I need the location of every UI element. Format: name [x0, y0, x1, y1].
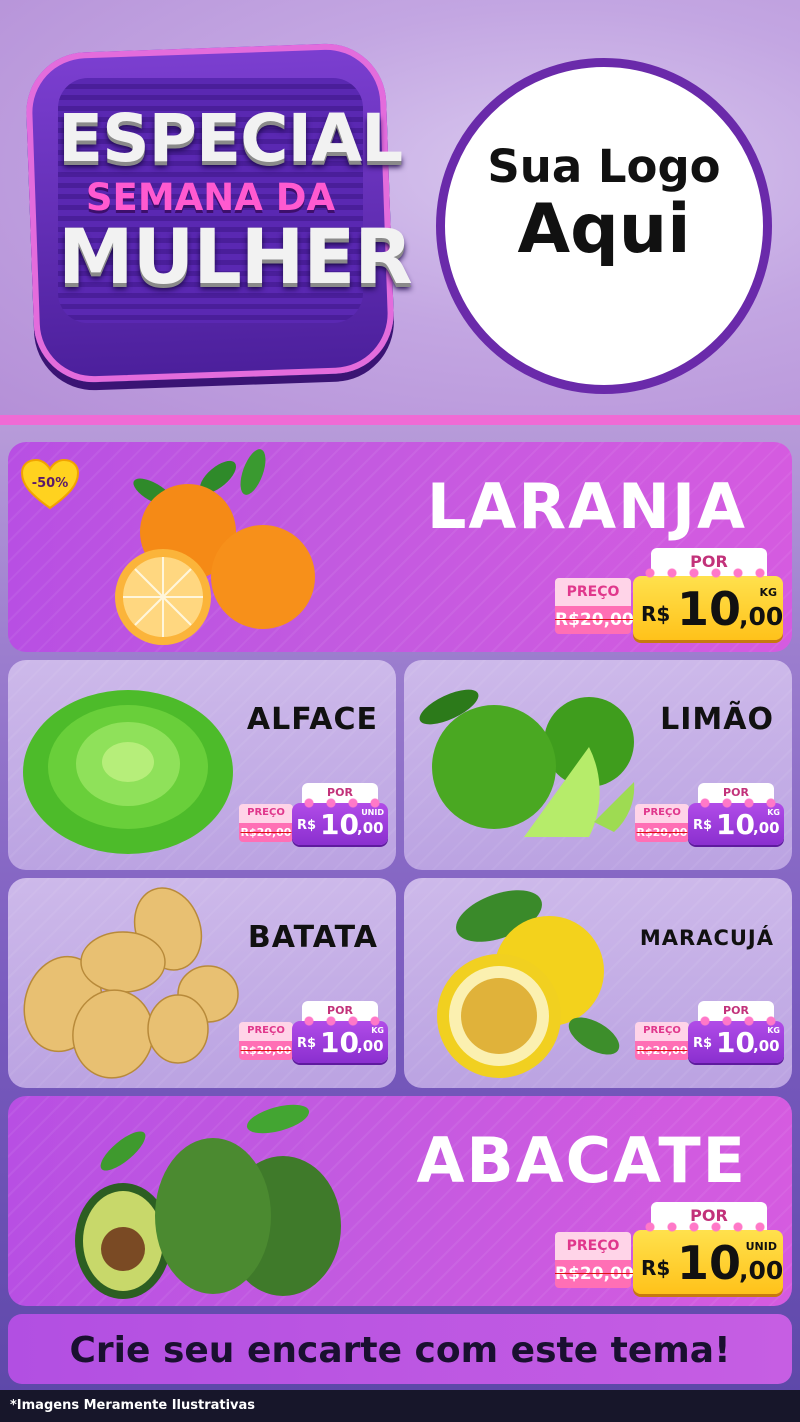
- product-card-abacate: ABACATE PREÇO R$20,00 POR R$ 10 ,00 UNID: [8, 1096, 792, 1306]
- old-price-value: R$20,00: [240, 1044, 292, 1057]
- old-price-box: PREÇO R$20,00: [635, 804, 689, 842]
- price-decimals: ,00: [739, 602, 784, 631]
- old-price-label: PREÇO: [566, 584, 620, 600]
- old-price-label: PREÇO: [566, 1238, 620, 1254]
- current-price: R$ 10 ,00 UNID: [292, 796, 388, 845]
- current-price: R$ 10 ,00 KG: [688, 796, 784, 845]
- avocado-image: [75, 1104, 341, 1299]
- old-price-box: PREÇO R$20,00: [239, 1022, 293, 1060]
- price-integer: 10: [716, 808, 755, 841]
- old-price-label: PREÇO: [247, 807, 285, 818]
- orange-image: [115, 449, 315, 645]
- price-unit: UNID: [745, 1240, 777, 1253]
- product-card-maracuja: MARACUJÁ PREÇO R$20,00 POR R$ 10 ,00 KG: [404, 878, 792, 1088]
- old-price-box: PREÇO R$20,00: [555, 578, 634, 634]
- price-currency: R$: [641, 1256, 671, 1280]
- price-decimals: ,00: [357, 819, 384, 837]
- old-price-label: PREÇO: [643, 807, 681, 818]
- product-name: MARACUJÁ: [639, 926, 774, 950]
- price-decimals: ,00: [357, 1037, 384, 1055]
- product-card-batata: BATATA PREÇO R$20,00 POR R$ 10 ,00 KG: [8, 878, 396, 1088]
- old-price-value: R$20,00: [636, 826, 688, 839]
- price-currency: R$: [297, 1036, 317, 1051]
- product-name: ALFACE: [246, 702, 378, 737]
- current-price: R$ 10 ,00 KG: [688, 1014, 784, 1063]
- price-integer: 10: [320, 1026, 359, 1059]
- lime-image: [419, 689, 635, 837]
- product-name: LARANJA: [426, 470, 747, 543]
- price-integer: 10: [677, 582, 742, 636]
- price-currency: R$: [693, 818, 713, 833]
- old-price-value: R$20,00: [555, 610, 634, 630]
- price-currency: R$: [641, 602, 671, 626]
- current-price: R$ 10 ,00 KG: [292, 1014, 388, 1063]
- product-name: BATATA: [247, 920, 378, 955]
- old-price-label: PREÇO: [247, 1025, 285, 1036]
- disclaimer-text: *Imagens Meramente Ilustrativas: [10, 1398, 256, 1413]
- price-unit: KG: [767, 808, 780, 817]
- price-decimals: ,00: [739, 1256, 784, 1285]
- price-unit: UNID: [361, 808, 384, 817]
- discount-badge: -50%: [31, 476, 69, 491]
- old-price-value: R$20,00: [555, 1264, 634, 1284]
- price-integer: 10: [716, 1026, 755, 1059]
- old-price-label: PREÇO: [643, 1025, 681, 1036]
- price-decimals: ,00: [753, 1037, 780, 1055]
- old-price-value: R$20,00: [636, 1044, 688, 1057]
- current-price: R$ 10 ,00 KG: [633, 566, 784, 640]
- price-unit: KG: [759, 586, 777, 599]
- passion-fruit-image: [437, 890, 620, 1078]
- price-integer: 10: [320, 808, 359, 841]
- price-integer: 10: [677, 1236, 742, 1290]
- lettuce-image: [23, 690, 233, 854]
- price-currency: R$: [693, 1036, 713, 1051]
- price-decimals: ,00: [753, 819, 780, 837]
- badge-line-1: ESPECIAL: [58, 100, 403, 177]
- product-card-limao: LIMÃO PREÇO R$20,00 POR R$ 10 ,00 KG: [404, 660, 792, 870]
- potato-image: [23, 887, 239, 1079]
- old-price-value: R$20,00: [240, 826, 292, 839]
- logo-text-2: Aqui: [517, 190, 691, 269]
- product-card-laranja: LARANJA PREÇO R$20,00 POR R$ 10 ,00 KG: [8, 442, 792, 652]
- current-price: R$ 10 ,00 UNID: [633, 1220, 784, 1294]
- price-unit: KG: [371, 1026, 384, 1035]
- product-card-alface: ALFACE PREÇO R$20,00 POR R$ 10 ,00 UNID: [8, 660, 396, 870]
- product-name: ABACATE: [416, 1124, 747, 1197]
- old-price-box: PREÇO R$20,00: [555, 1232, 634, 1288]
- old-price-box: PREÇO R$20,00: [239, 804, 293, 842]
- product-name: LIMÃO: [660, 702, 774, 737]
- badge-line-3: MULHER: [58, 212, 413, 301]
- logo-text-1: Sua Logo: [487, 140, 721, 193]
- price-currency: R$: [297, 818, 317, 833]
- old-price-box: PREÇO R$20,00: [635, 1022, 689, 1060]
- cta-text: Crie seu encarte com este tema!: [69, 1330, 731, 1371]
- price-unit: KG: [767, 1026, 780, 1035]
